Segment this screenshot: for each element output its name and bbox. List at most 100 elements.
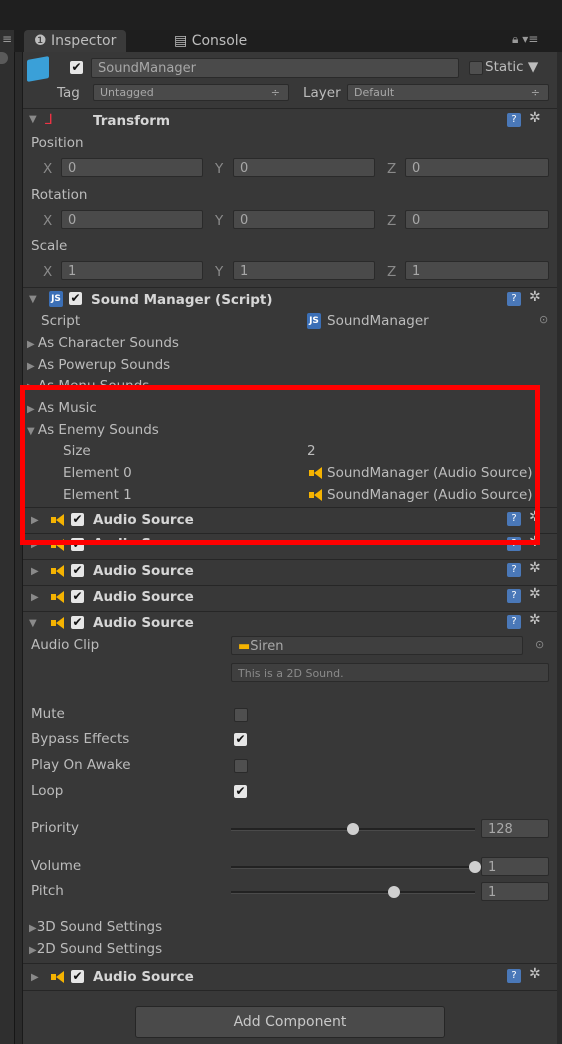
help-icon[interactable]: ? (507, 589, 521, 603)
static-label[interactable]: Static ▼ (485, 59, 538, 75)
audio-foldout-icon[interactable]: ▼ (29, 618, 37, 629)
position-z-field[interactable]: 0 (405, 158, 549, 177)
gear-icon[interactable]: ✲ (529, 110, 541, 126)
foldout-3d-sound-settings[interactable]: ▶3D Sound Settings (29, 919, 162, 935)
position-x-label: X (43, 161, 53, 177)
rotation-z-field[interactable]: 0 (405, 210, 549, 229)
js-script-icon: JS (49, 291, 63, 307)
audio-foldout-icon[interactable]: ▶ (31, 566, 39, 577)
audio-enabled-checkbox[interactable]: ✔ (71, 590, 84, 603)
audio-foldout-icon[interactable]: ▶ (31, 972, 39, 983)
audio-source-title: Audio Source (93, 563, 194, 579)
help-icon[interactable]: ? (507, 615, 521, 629)
transform-foldout-icon[interactable]: ▼ (29, 114, 37, 125)
scale-x-field[interactable]: 1 (61, 261, 203, 280)
volume-field[interactable]: 1 (481, 857, 549, 876)
foldout-2d-sound-settings[interactable]: ▶2D Sound Settings (29, 941, 162, 957)
rotation-x-field[interactable]: 0 (61, 210, 203, 229)
position-z-label: Z (387, 161, 397, 177)
panel-menu-icon[interactable]: ≡ (2, 32, 12, 46)
volume-slider-thumb[interactable] (469, 861, 481, 873)
gameobject-name-field[interactable]: SoundManager (91, 58, 459, 78)
position-y-field[interactable]: 0 (233, 158, 375, 177)
mute-label: Mute (31, 706, 65, 722)
info-icon: ❶ (34, 33, 52, 49)
tab-inspector-label: Inspector (51, 33, 117, 49)
position-label: Position (31, 135, 84, 151)
script-enabled-checkbox[interactable]: ✔ (69, 292, 82, 305)
loop-checkbox[interactable]: ✔ (234, 785, 247, 798)
tab-bar: ❶ Inspector ▤ Console 🔒︎ ▾≡ (14, 30, 562, 52)
scale-z-label: Z (387, 264, 397, 280)
transform-title: Transform (93, 113, 171, 129)
audio-clip-field[interactable]: ▬Siren (231, 636, 523, 655)
foldout-character-sounds[interactable]: ▶ As Character Sounds (27, 335, 179, 351)
audio-enabled-checkbox[interactable]: ✔ (71, 970, 84, 983)
play-on-awake-checkbox[interactable] (234, 759, 248, 773)
volume-slider-track[interactable] (231, 866, 475, 869)
tab-inspector[interactable]: ❶ Inspector (24, 30, 127, 52)
audio-clip-label: Audio Clip (31, 637, 100, 653)
scale-z-field[interactable]: 1 (405, 261, 549, 280)
bypass-effects-checkbox[interactable]: ✔ (234, 733, 247, 746)
priority-field[interactable]: 128 (481, 819, 549, 838)
audio-source-icon (51, 971, 64, 983)
transform-icon: ⅃ (45, 112, 53, 128)
gear-icon[interactable]: ✲ (529, 289, 541, 305)
pitch-label: Pitch (31, 883, 64, 899)
script-title: Sound Manager (Script) (91, 292, 273, 308)
tab-console-label: Console (191, 33, 248, 49)
tag-dropdown[interactable]: Untagged ÷ (93, 84, 289, 101)
scale-x-label: X (43, 264, 53, 280)
gear-icon[interactable]: ✲ (529, 560, 541, 576)
gear-icon[interactable]: ✲ (529, 966, 541, 982)
help-icon[interactable]: ? (507, 292, 521, 306)
gear-icon[interactable]: ✲ (529, 586, 541, 602)
js-file-icon: JS (307, 313, 321, 329)
audio-foldout-icon[interactable]: ▶ (31, 592, 39, 603)
scale-y-field[interactable]: 1 (233, 261, 375, 280)
rotation-label: Rotation (31, 187, 88, 203)
help-icon[interactable]: ? (507, 969, 521, 983)
audio-enabled-checkbox[interactable]: ✔ (71, 564, 84, 577)
object-picker-icon[interactable]: ⊙ (539, 313, 548, 326)
scroll-knob[interactable] (0, 52, 8, 64)
rotation-y-label: Y (215, 213, 224, 229)
layer-label: Layer (303, 85, 341, 101)
loop-label: Loop (31, 783, 64, 799)
help-icon[interactable]: ? (507, 113, 521, 127)
active-checkbox[interactable]: ✔ (70, 61, 83, 74)
audio-source-title: Audio Source (93, 969, 194, 985)
audio-source-icon (51, 617, 64, 629)
priority-slider-thumb[interactable] (347, 823, 359, 835)
rotation-z-label: Z (387, 213, 397, 229)
rotation-y-field[interactable]: 0 (233, 210, 375, 229)
console-icon: ▤ (174, 33, 192, 49)
scale-label: Scale (31, 238, 68, 254)
inspector-panel: ✔ SoundManager Static ▼ Tag Untagged ÷ La… (22, 52, 557, 1044)
lock-icon[interactable]: 🔒︎ ▾≡ (512, 32, 538, 47)
tab-console[interactable]: ▤ Console (164, 30, 257, 52)
static-checkbox[interactable] (469, 61, 483, 75)
script-foldout-icon[interactable]: ▼ (29, 294, 37, 305)
audio-clip-icon: ▬ (238, 639, 251, 654)
pitch-slider-thumb[interactable] (388, 886, 401, 898)
audio-enabled-checkbox[interactable]: ✔ (71, 616, 84, 629)
audio-source-title: Audio Source (93, 589, 194, 605)
script-label: Script (41, 313, 81, 329)
add-component-button[interactable]: Add Component (135, 1006, 445, 1038)
help-icon[interactable]: ? (507, 563, 521, 577)
object-picker-icon[interactable]: ⊙ (535, 638, 544, 651)
position-x-field[interactable]: 0 (61, 158, 203, 177)
audio-source-icon (51, 591, 64, 603)
script-reference[interactable]: SoundManager (327, 313, 429, 329)
left-panel-edge (0, 30, 15, 1044)
mute-checkbox[interactable] (234, 708, 248, 722)
pitch-field[interactable]: 1 (481, 882, 549, 901)
gear-icon[interactable]: ✲ (529, 612, 541, 628)
audio-source-title: Audio Source (93, 615, 194, 631)
volume-label: Volume (31, 858, 82, 874)
layer-dropdown[interactable]: Default ÷ (347, 84, 549, 101)
foldout-powerup-sounds[interactable]: ▶ As Powerup Sounds (27, 357, 170, 373)
pitch-slider-track[interactable] (231, 891, 475, 894)
